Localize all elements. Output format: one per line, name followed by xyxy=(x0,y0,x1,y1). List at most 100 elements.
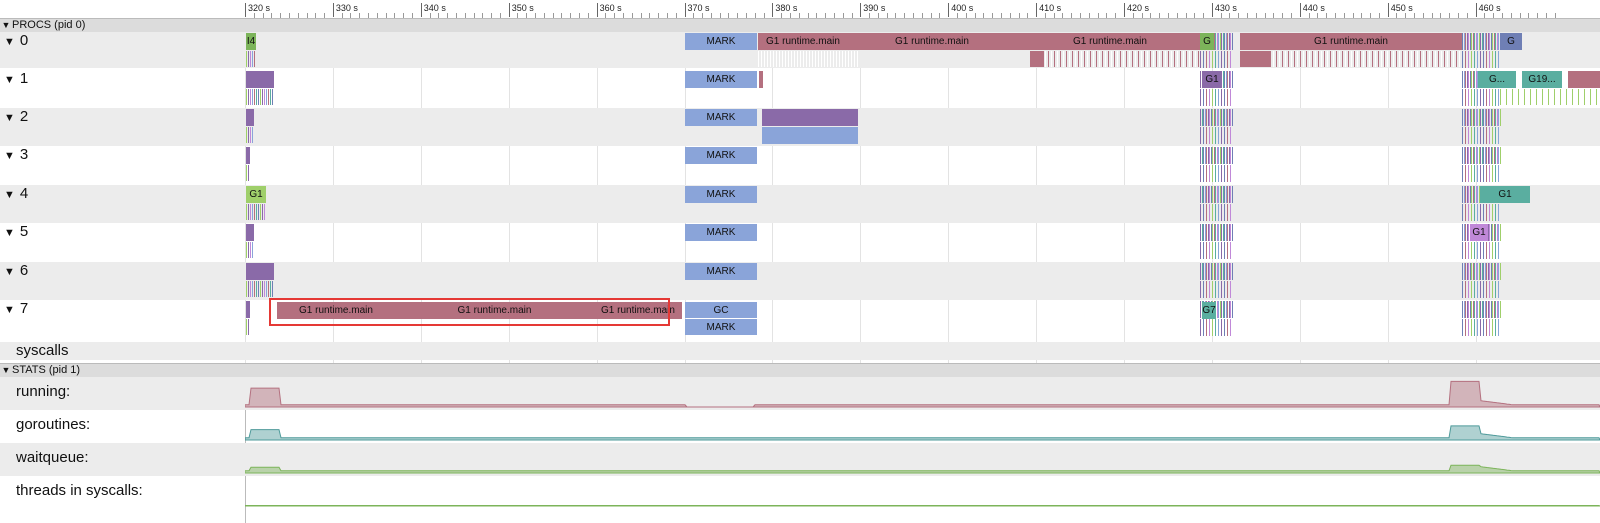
mark-slice[interactable]: MARK xyxy=(685,319,757,335)
goroutine-slice[interactable] xyxy=(1030,51,1044,67)
stats-section-header[interactable]: ▼ STATS (pid 1) xyxy=(0,363,1600,378)
proc-track[interactable]: MARK G1 G... G19... xyxy=(0,70,1600,108)
event-tick xyxy=(791,51,792,67)
stat-graph[interactable] xyxy=(245,377,1600,410)
syscalls-label: syscalls xyxy=(16,342,69,359)
g1-runtime-main-slice[interactable]: G1 runtime.main xyxy=(758,33,848,50)
goroutine-slice[interactable] xyxy=(759,71,763,88)
event-tick xyxy=(1363,51,1364,67)
event-tick xyxy=(1578,89,1579,105)
goroutine-slice[interactable]: G xyxy=(1500,33,1522,50)
proc-track[interactable]: MARK I4 G1 runtime.main G1 runtime.main G1 r… xyxy=(0,32,1600,68)
event-tick xyxy=(1291,51,1292,67)
mark-slice[interactable]: MARK xyxy=(685,147,757,164)
goroutine-slice[interactable]: G1 xyxy=(246,186,266,203)
event-tick xyxy=(1492,319,1493,336)
event-tick xyxy=(809,51,810,67)
ruler-tick: 400 s xyxy=(948,3,973,17)
event-tick xyxy=(1462,281,1463,298)
event-tick xyxy=(246,204,247,220)
event-tick xyxy=(1483,51,1484,68)
proc-track[interactable]: MARK G1 G1 xyxy=(0,185,1600,223)
goroutine-slice[interactable]: I4 xyxy=(246,33,256,50)
ruler-tick: 370 s xyxy=(684,3,710,17)
proc-track[interactable]: MARK G1 xyxy=(0,223,1600,261)
event-tick xyxy=(258,204,259,220)
goroutine-slice[interactable] xyxy=(1240,51,1270,67)
proc-track[interactable]: MARK xyxy=(0,146,1600,184)
proc-track[interactable]: MARK xyxy=(0,108,1600,146)
time-ruler[interactable]: 320 s 330 s 340 s 350 s 360 s 370 s 380 s 390 s… xyxy=(0,0,1600,19)
event-tick xyxy=(1468,242,1469,259)
goroutine-slice[interactable] xyxy=(246,147,250,164)
goroutine-slice[interactable] xyxy=(1568,71,1600,88)
event-tick xyxy=(1336,51,1337,67)
g1-runtime-main-slice[interactable]: G1 runtime.main xyxy=(1240,33,1462,50)
mark-slice[interactable]: MARK xyxy=(685,263,757,280)
goroutine-slice[interactable]: G7 xyxy=(1202,302,1216,319)
goroutine-slice[interactable] xyxy=(762,109,858,126)
mark-slice[interactable]: MARK xyxy=(685,109,757,126)
event-tick xyxy=(1215,204,1216,221)
proc-row-2: ▼ 2 MARK xyxy=(0,108,1600,146)
goroutine-slice[interactable] xyxy=(762,127,858,144)
collapse-triangle-icon[interactable]: ▼ xyxy=(0,364,12,377)
g1-runtime-main-slice[interactable]: G1 runtime.main xyxy=(848,33,1016,50)
mark-slice[interactable]: MARK xyxy=(685,33,757,50)
event-tick xyxy=(1498,281,1499,298)
event-tick xyxy=(1465,51,1466,68)
event-tick xyxy=(1584,89,1585,105)
event-tick xyxy=(1450,51,1451,67)
mark-slice[interactable]: MARK xyxy=(685,186,757,203)
event-tick xyxy=(252,89,253,105)
event-tick xyxy=(1465,165,1466,182)
event-tick xyxy=(1276,51,1277,67)
goroutine-slice[interactable]: G19... xyxy=(1522,71,1562,88)
event-tick xyxy=(1499,109,1501,126)
goroutine-slice[interactable]: G1 xyxy=(1202,71,1222,88)
goroutine-slice[interactable]: G1 xyxy=(1480,186,1530,203)
proc-track[interactable]: MARK xyxy=(0,262,1600,300)
event-tick xyxy=(1480,204,1481,221)
stat-graph[interactable] xyxy=(245,410,1600,443)
stat-graph[interactable] xyxy=(245,476,1600,509)
goroutine-slice[interactable]: G1 xyxy=(1470,224,1488,241)
event-tick xyxy=(785,51,786,67)
event-tick xyxy=(1524,89,1525,105)
procs-section-header[interactable]: ▼ PROCS (pid 0) xyxy=(0,18,1600,33)
goroutine-slice[interactable] xyxy=(246,109,254,126)
goroutine-slice[interactable] xyxy=(246,263,274,280)
goroutine-slice[interactable] xyxy=(246,71,274,88)
goroutine-slice[interactable] xyxy=(246,224,254,241)
event-tick xyxy=(1215,242,1216,259)
event-tick xyxy=(1224,204,1225,221)
event-tick xyxy=(1548,89,1549,105)
event-tick xyxy=(1227,51,1228,68)
event-tick xyxy=(1221,127,1222,144)
goroutine-slice[interactable]: G... xyxy=(1478,71,1516,88)
event-tick xyxy=(1203,89,1204,106)
event-tick xyxy=(776,51,777,67)
collapse-triangle-icon[interactable]: ▼ xyxy=(0,19,12,32)
proc-track[interactable]: GC MARK G1 runtime.main G1 runtime.main G1 r… xyxy=(0,300,1600,340)
event-tick xyxy=(1499,263,1501,280)
gc-slice[interactable]: GC xyxy=(685,302,757,318)
event-tick xyxy=(854,51,855,67)
goroutine-slice[interactable] xyxy=(246,301,250,318)
event-tick xyxy=(1075,51,1076,67)
event-tick xyxy=(1200,165,1201,182)
event-tick xyxy=(1224,89,1225,106)
stat-area xyxy=(245,380,1600,408)
event-tick xyxy=(1084,51,1085,67)
g1-runtime-main-slice[interactable]: G1 runtime.main xyxy=(1016,33,1204,50)
stat-graph[interactable] xyxy=(245,443,1600,476)
proc-row-7: ▼ 7 GC MARK G1 runtime.main G1 runtime.main G1… xyxy=(0,300,1600,340)
mark-slice[interactable]: MARK xyxy=(685,71,757,88)
goroutine-slice[interactable]: G xyxy=(1200,33,1214,50)
event-tick xyxy=(1209,165,1210,182)
event-tick xyxy=(1471,51,1472,68)
event-tick xyxy=(1078,51,1079,67)
event-tick xyxy=(1066,51,1067,67)
mark-slice[interactable]: MARK xyxy=(685,224,757,241)
proc-row-3: ▼ 3 MARK xyxy=(0,146,1600,184)
